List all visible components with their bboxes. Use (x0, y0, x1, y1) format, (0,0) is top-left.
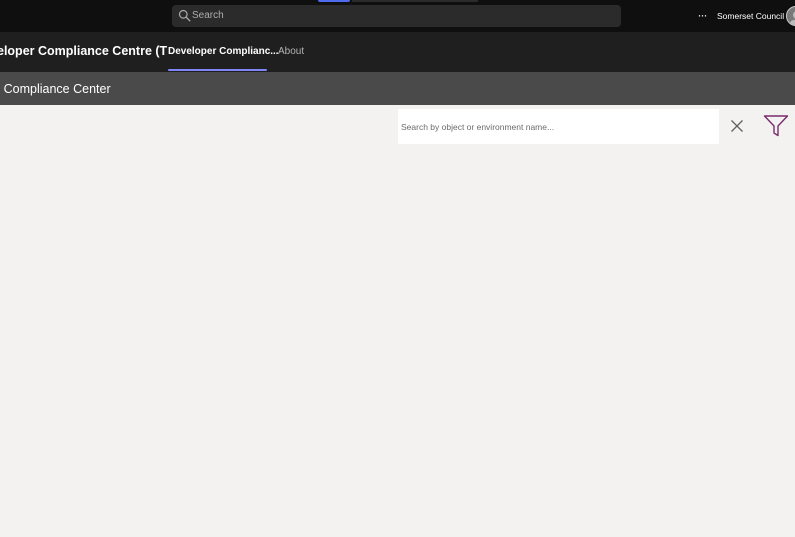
global-search-placeholder: Search (192, 10, 224, 21)
tab-about-label: About (278, 46, 305, 57)
top-accent-divider (352, 0, 478, 2)
close-icon (731, 120, 743, 132)
page-header: r Compliance Center (0, 72, 795, 105)
filter-button[interactable] (763, 114, 789, 138)
app-window: Search ··· Somerset Council eloper Compl… (0, 0, 795, 537)
global-search-box[interactable]: Search (172, 5, 621, 27)
active-tab-indicator (168, 69, 267, 71)
search-icon (178, 9, 191, 22)
app-title: eloper Compliance Centre (T (0, 44, 168, 58)
avatar-image (787, 7, 795, 25)
avatar[interactable] (786, 6, 795, 26)
top-bar: Search ··· Somerset Council (0, 0, 795, 32)
page-title: r Compliance Center (0, 82, 111, 96)
tab-developer-compliance-label: Developer Complianc... (168, 46, 279, 57)
clear-search-button[interactable] (728, 117, 746, 135)
org-name[interactable]: Somerset Council (717, 0, 784, 32)
filter-icon (763, 115, 789, 137)
top-accent-indicator (318, 0, 350, 2)
tab-about[interactable]: About (278, 32, 304, 72)
app-bar: eloper Compliance Centre (T Developer Co… (0, 32, 795, 72)
tab-developer-compliance[interactable]: Developer Complianc... (168, 32, 279, 72)
object-search-input[interactable] (398, 109, 719, 144)
more-options-button[interactable]: ··· (694, 8, 710, 24)
